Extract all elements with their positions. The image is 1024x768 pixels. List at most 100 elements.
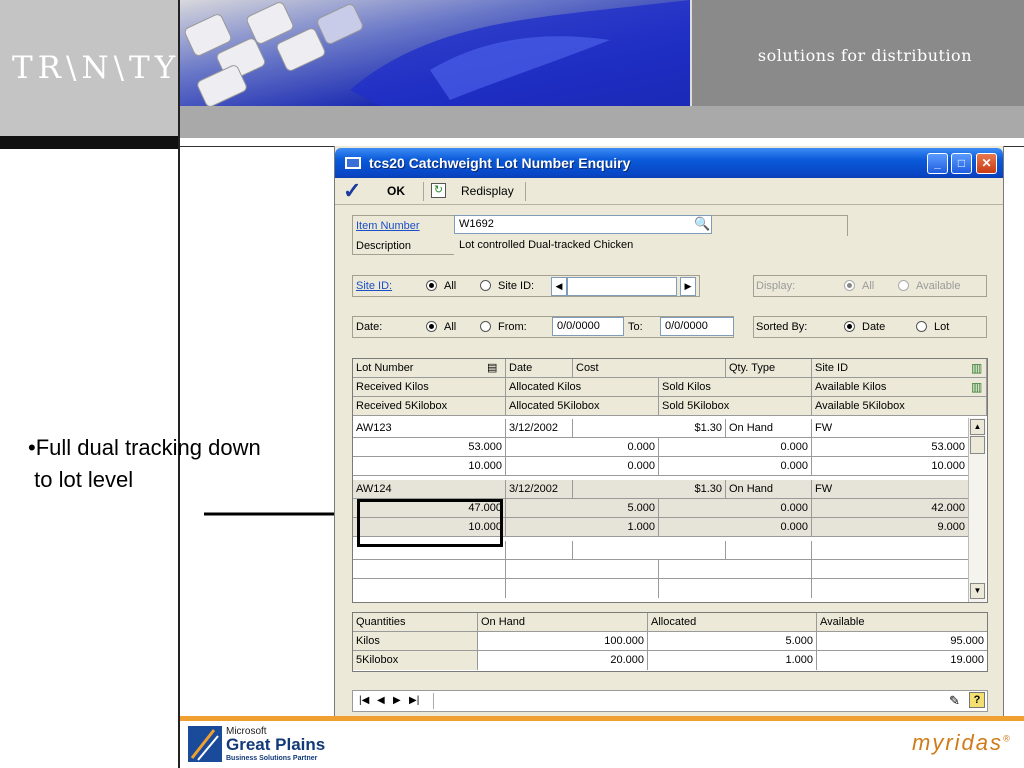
empty-cell[interactable] — [573, 541, 726, 560]
close-button[interactable]: ✕ — [976, 153, 997, 174]
window-icon — [345, 157, 361, 169]
lot-site-cell[interactable]: FW — [812, 480, 969, 499]
item-number-field[interactable]: W1692 — [454, 215, 712, 234]
summary-col-on-hand: On Hand — [478, 613, 648, 632]
allocated-kilos-cell[interactable]: 5.000 — [506, 499, 659, 518]
description-value: Lot controlled Dual-tracked Chicken — [454, 236, 848, 255]
expand-grid-icon[interactable]: ▥ — [971, 361, 982, 375]
col-site-id: Site ID — [812, 359, 987, 378]
ok-button[interactable]: OK — [387, 184, 405, 198]
allocated-kilos-cell[interactable]: 0.000 — [506, 438, 659, 457]
summary-row-label: 5Kilobox — [353, 651, 478, 670]
empty-cell[interactable] — [812, 560, 969, 579]
redisplay-button[interactable]: Redisplay — [461, 184, 514, 198]
window-titlebar[interactable]: tcs20 Catchweight Lot Number Enquiry _ □… — [335, 148, 1003, 178]
sold-kilos-cell[interactable]: 0.000 — [659, 499, 812, 518]
summary-col-available: Available — [817, 613, 987, 632]
note-icon[interactable]: ✎ — [949, 693, 960, 709]
lot-number-cell[interactable]: AW123 — [353, 419, 506, 438]
empty-cell[interactable] — [659, 579, 812, 598]
lot-qty-type-cell[interactable]: On Hand — [726, 480, 812, 499]
summary-value: 5.000 — [648, 632, 817, 651]
allocated-5kilobox-cell[interactable]: 1.000 — [506, 518, 659, 537]
sort-lot-label: Lot — [934, 321, 950, 333]
received-kilos-cell[interactable]: 53.000 — [353, 438, 506, 457]
lot-date-cell[interactable]: 3/12/2002 — [506, 480, 573, 499]
empty-cell[interactable] — [726, 541, 812, 560]
next-record-button[interactable]: ▶ — [393, 695, 401, 706]
item-number-link[interactable]: Item Number — [356, 220, 420, 232]
available-5kilobox-cell[interactable]: 9.000 — [812, 518, 969, 537]
col-sold-kilos: Sold Kilos — [659, 378, 812, 397]
display-all-label: All — [862, 280, 875, 292]
site-prev-button[interactable]: ◀ — [551, 277, 567, 296]
great-plains-emblem-icon — [188, 726, 222, 762]
display-available-radio[interactable] — [898, 280, 909, 291]
date-from-radio[interactable] — [480, 321, 491, 332]
summary-row-label: Kilos — [353, 632, 478, 651]
scroll-thumb[interactable] — [970, 436, 985, 454]
expand-grid-icon[interactable]: ▥ — [971, 380, 982, 394]
scroll-up-button[interactable]: ▲ — [970, 419, 985, 435]
sort-lot-radio[interactable] — [916, 321, 927, 332]
toolbar: ✓ OK ↻ Redisplay — [335, 178, 1003, 205]
date-from-field[interactable]: 0/0/0000 — [552, 317, 624, 336]
sort-date-radio[interactable] — [844, 321, 855, 332]
lot-qty-type-cell[interactable]: On Hand — [726, 419, 812, 438]
sold-5kilobox-cell[interactable]: 0.000 — [659, 518, 812, 537]
maximize-button[interactable]: □ — [951, 153, 972, 174]
window-title: tcs20 Catchweight Lot Number Enquiry — [369, 155, 631, 171]
site-id-field[interactable] — [567, 277, 677, 296]
previous-record-button[interactable]: ◀ — [377, 695, 385, 706]
record-navigator: |◀ ◀ ▶ ▶| ✎ ? — [352, 690, 988, 712]
col-date: Date — [506, 359, 573, 378]
grid-scrollbar[interactable]: ▲ ▼ — [968, 418, 986, 602]
date-all-label: All — [444, 321, 457, 333]
allocated-5kilobox-cell[interactable]: 0.000 — [506, 457, 659, 476]
empty-cell[interactable] — [812, 541, 969, 560]
tagline: solutions for distribution — [757, 46, 972, 65]
site-next-button[interactable]: ▶ — [680, 277, 696, 296]
trinity-logo: TR\N\TY — [12, 50, 181, 86]
empty-cell[interactable] — [812, 579, 969, 598]
lookup-icon[interactable]: 🔍 — [694, 216, 710, 232]
logo-underline — [0, 136, 178, 149]
display-all-radio[interactable] — [844, 280, 855, 291]
site-id-link[interactable]: Site ID: — [356, 280, 392, 292]
lot-cost-cell[interactable]: $1.30 — [573, 480, 726, 499]
empty-cell[interactable] — [659, 560, 812, 579]
empty-cell[interactable] — [506, 579, 659, 598]
sold-5kilobox-cell[interactable]: 0.000 — [659, 457, 812, 476]
sold-kilos-cell[interactable]: 0.000 — [659, 438, 812, 457]
received-5kilobox-cell[interactable]: 10.000 — [353, 457, 506, 476]
date-from-label: From: — [498, 321, 527, 333]
last-record-button[interactable]: ▶| — [409, 695, 419, 706]
first-record-button[interactable]: |◀ — [359, 695, 369, 706]
available-kilos-cell[interactable]: 42.000 — [812, 499, 969, 518]
description-label: Description — [356, 240, 412, 252]
minimize-button[interactable]: _ — [927, 153, 948, 174]
lot-number-cell[interactable]: AW124 — [353, 480, 506, 499]
site-all-radio[interactable] — [426, 280, 437, 291]
empty-cell[interactable] — [353, 579, 506, 598]
col-lot-number: Lot Number — [353, 359, 506, 378]
empty-cell[interactable] — [353, 560, 506, 579]
empty-cell[interactable] — [506, 560, 659, 579]
lot-site-cell[interactable]: FW — [812, 419, 969, 438]
scroll-down-button[interactable]: ▼ — [970, 583, 985, 599]
notes-icon[interactable]: ▤ — [487, 361, 497, 374]
col-cost: Cost — [573, 359, 726, 378]
lot-cost-cell[interactable]: $1.30 — [573, 419, 726, 438]
available-5kilobox-cell[interactable]: 10.000 — [812, 457, 969, 476]
date-all-radio[interactable] — [426, 321, 437, 332]
col-qty-type: Qty. Type — [726, 359, 812, 378]
help-icon[interactable]: ? — [969, 692, 985, 708]
redisplay-icon[interactable]: ↻ — [431, 183, 446, 198]
date-to-field[interactable]: 0/0/0000 — [660, 317, 734, 336]
empty-cell[interactable] — [506, 541, 573, 560]
myridas-text: myridas — [912, 730, 1004, 755]
lot-date-cell[interactable]: 3/12/2002 — [506, 419, 573, 438]
site-id-radio[interactable] — [480, 280, 491, 291]
col-received-5kilobox: Received 5Kilobox — [353, 397, 506, 416]
available-kilos-cell[interactable]: 53.000 — [812, 438, 969, 457]
